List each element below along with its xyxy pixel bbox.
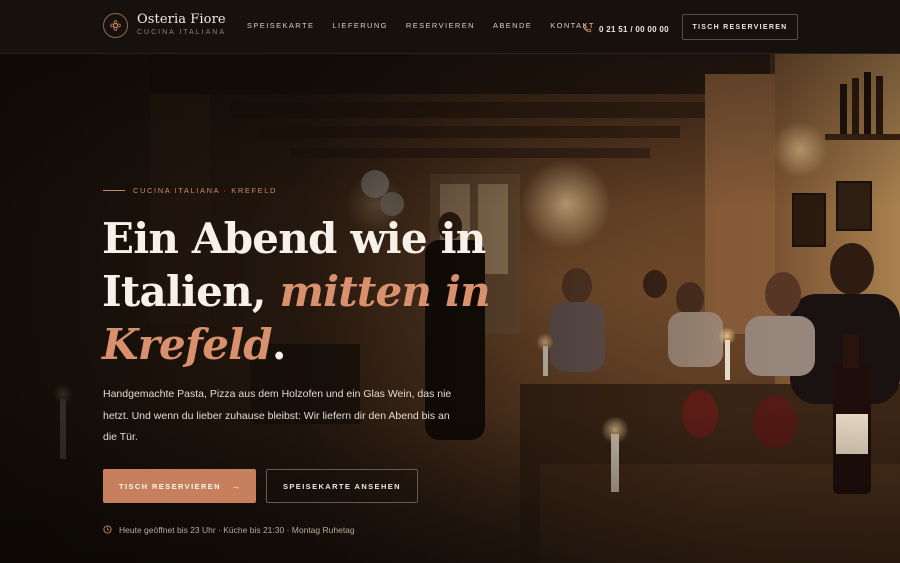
main-nav: SPEISEKARTE LIEFERUNG RESERVIEREN ABENDE…	[247, 21, 613, 31]
arrow-right-icon: →	[231, 481, 240, 491]
nav-item-abende[interactable]: ABENDE	[493, 21, 532, 31]
brand-name: Osteria Fiore	[137, 12, 226, 27]
phone-link[interactable]: 0 21 51 / 00 00 00	[582, 20, 669, 38]
flower-logo-icon	[103, 13, 128, 38]
header-reserve-button[interactable]: TISCH RESERVIEREN	[682, 14, 798, 40]
eyebrow-rule	[103, 190, 125, 191]
headline-line-2-accent: mitten in	[279, 267, 490, 316]
reserve-table-button[interactable]: TISCH RESERVIEREN →	[103, 469, 256, 503]
headline-period: .	[271, 320, 287, 369]
headline-line-2-plain: Italien,	[102, 267, 266, 316]
hero-eyebrow: CUCINA ITALIANA · KREFELD	[103, 186, 277, 195]
site-header: Osteria Fiore CUCINA ITALIANA SPEISEKART…	[0, 0, 900, 54]
phone-icon	[582, 20, 592, 38]
phone-number: 0 21 51 / 00 00 00	[599, 24, 669, 34]
opening-hours-text: Heute geöffnet bis 23 Uhr · Küche bis 21…	[119, 525, 355, 535]
reserve-table-label: TISCH RESERVIEREN	[118, 481, 221, 491]
brand-logo-link[interactable]: Osteria Fiore CUCINA ITALIANA	[103, 13, 226, 38]
brand-tagline: CUCINA ITALIANA	[137, 29, 226, 36]
eyebrow-text: CUCINA ITALIANA · KREFELD	[133, 186, 278, 195]
hero-headline: Ein Abend wie in Italien, mitten in Kref…	[102, 212, 522, 371]
hero-section: CUCINA ITALIANA · KREFELD Ein Abend wie …	[0, 54, 900, 563]
opening-hours: Heute geöffnet bis 23 Uhr · Küche bis 21…	[103, 521, 355, 539]
clock-icon	[103, 521, 112, 539]
headline-line-1: Ein Abend wie in	[102, 214, 486, 263]
headline-line-3-accent: Krefeld	[102, 320, 273, 369]
view-menu-button[interactable]: SPEISEKARTE ANSEHEN	[266, 469, 418, 503]
nav-item-lieferung[interactable]: LIEFERUNG	[332, 21, 388, 31]
nav-item-reservieren[interactable]: RESERVIEREN	[406, 21, 475, 31]
hero-lead-text: Handgemachte Pasta, Pizza aus dem Holzof…	[103, 388, 452, 443]
nav-item-speisekarte[interactable]: SPEISEKARTE	[247, 21, 314, 31]
